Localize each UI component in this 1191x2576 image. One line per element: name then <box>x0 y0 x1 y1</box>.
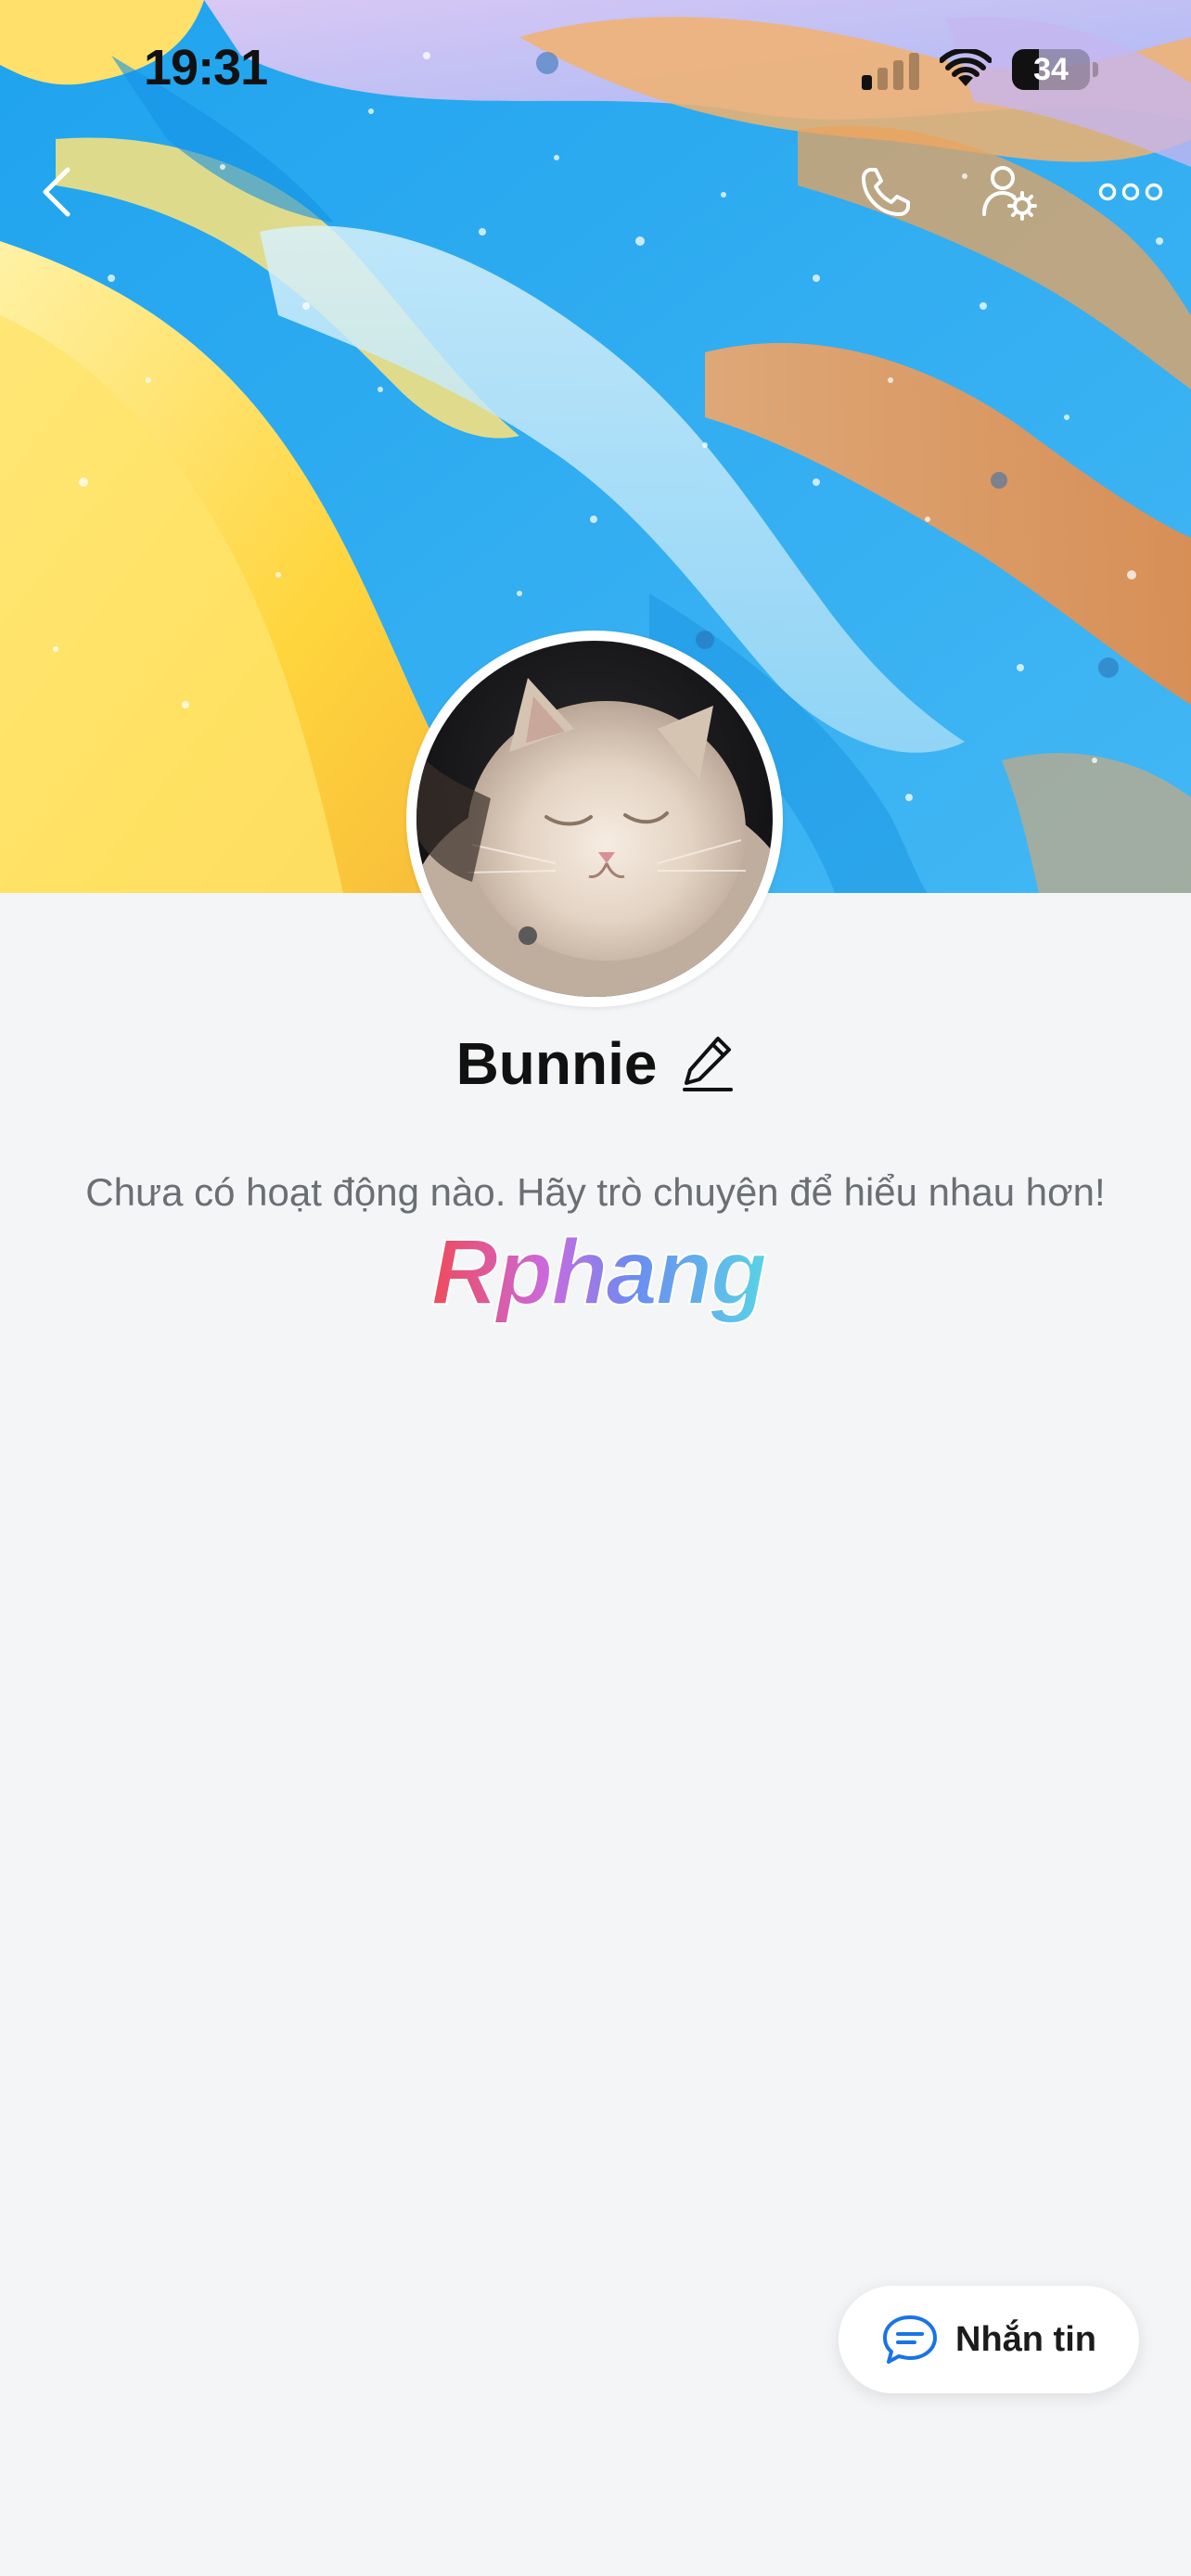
wifi-icon <box>940 49 992 86</box>
back-icon <box>43 167 70 217</box>
status-time: 19:31 <box>144 40 268 96</box>
more-options-button[interactable] <box>1089 150 1172 234</box>
profile-name-row: Bunnie <box>0 1029 1191 1098</box>
cellular-signal-icon <box>862 49 919 90</box>
user-settings-icon <box>982 166 1037 221</box>
user-settings-button[interactable] <box>967 150 1050 234</box>
watermark-text: Rphang <box>431 1230 766 1324</box>
send-message-button[interactable]: Nhắn tin <box>839 2286 1139 2393</box>
more-icon <box>1098 183 1163 201</box>
battery-level: 34 <box>1033 51 1069 87</box>
phone-icon <box>862 168 910 216</box>
call-button[interactable] <box>844 150 928 234</box>
back-button[interactable] <box>15 150 98 234</box>
edit-name-button[interactable] <box>681 1034 735 1093</box>
profile-name: Bunnie <box>455 1030 658 1097</box>
send-message-label: Nhắn tin <box>955 2319 1096 2359</box>
empty-activity-message: Chưa có hoạt động nào. Hãy trò chuyện để… <box>85 1170 1106 1214</box>
pencil-icon <box>683 1037 734 1091</box>
battery-icon: 34 <box>1012 49 1090 90</box>
watermark-logo: Rphang <box>430 1230 769 1325</box>
cat-avatar-image <box>416 641 773 997</box>
status-indicators: 34 <box>862 46 1098 93</box>
chat-bubble-icon <box>883 2315 937 2364</box>
avatar[interactable] <box>406 631 783 1007</box>
status-bar: 19:31 34 <box>0 0 1191 139</box>
